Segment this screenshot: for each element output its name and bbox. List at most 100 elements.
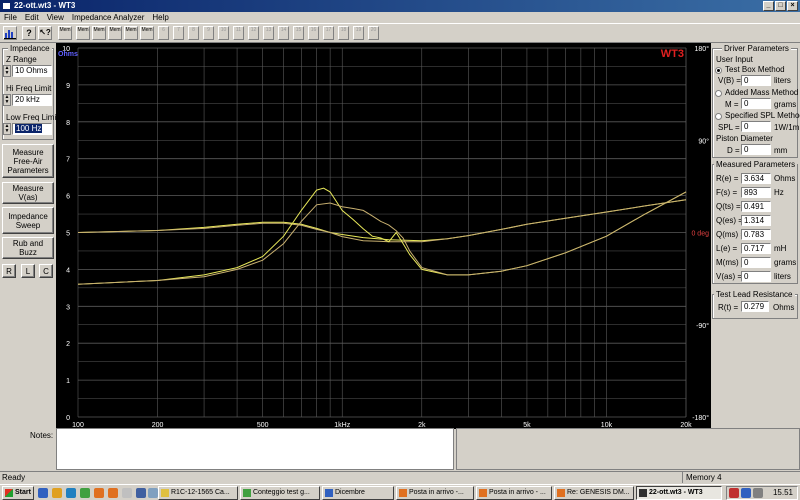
taskbar-task-button[interactable]: Dicembre [322,486,394,500]
mem-button-4[interactable]: Mem [124,26,138,40]
impedance-graph[interactable]: 10 9 8 7 6 5 4 3 2 1 0 Ohms 100 200 500 1kHz 2k 5k 10k 20k 1… [56,43,711,429]
memory-slot-button[interactable]: 12 [248,26,259,40]
taskbar-task-button[interactable]: Re: GENESIS DM... [554,486,634,500]
chart-icon[interactable] [3,26,17,40]
mem-button-5[interactable]: Mem [140,26,154,40]
y-tick-label: 8 [66,120,70,127]
added-mass-method-radio[interactable] [715,90,722,97]
memory-slot-button[interactable]: 19 [353,26,364,40]
memory-slot-button[interactable]: 13 [263,26,274,40]
m-unit: grams [774,100,797,109]
taskbar-task-button[interactable]: Conteggio test g... [240,486,320,500]
memory-indicator: Memory 4 [682,472,782,483]
z-range-field[interactable]: 10 Ohms [12,65,52,77]
memory-slot-button[interactable]: 9 [203,26,214,40]
whats-this-icon[interactable]: ↖? [38,26,52,40]
mem-button-1[interactable]: Mem [76,26,90,40]
taskbar-task-button[interactable]: 22-ott.wt3 - WT3 [636,486,722,500]
memory-slot-button[interactable]: 20 [368,26,379,40]
measured-unit: Hz [774,188,784,197]
window-title: 22-ott.wt3 - WT3 [14,1,76,10]
spl-unit: 1W/1m [774,123,800,132]
taskbar-task-button[interactable]: R1C-12-1565 Ca... [158,486,238,500]
notes-textarea[interactable] [56,428,454,470]
z-range-spinner[interactable]: ▲ ▼ [3,65,11,77]
desktop-quicklaunch-icon[interactable] [66,488,76,498]
y-tick-label: 1 [66,378,70,385]
task-app-icon [325,489,333,497]
memory-slot-button[interactable]: 18 [338,26,349,40]
mem-button-2[interactable]: Mem [92,26,106,40]
rub-and-buzz-button[interactable]: Rub and Buzz [2,237,54,259]
memory-slot-button[interactable]: 17 [323,26,334,40]
taskbar-task-button[interactable]: Posta in arrivo - ... [476,486,552,500]
taskbar-task-button[interactable]: Posta in arrivo -... [396,486,474,500]
specified-spl-method-radio[interactable] [715,113,722,120]
measured-unit: liters [774,272,791,281]
memory-slot-button[interactable]: 6 [158,26,169,40]
d-field[interactable]: 0 [741,144,771,155]
channel-r-button[interactable]: R [2,264,16,278]
mem-toggle-button[interactable]: Mem [58,26,72,40]
task-app-icon [243,489,251,497]
firefox-quicklaunch-icon[interactable] [94,488,104,498]
misc-quicklaunch-icon[interactable] [122,488,132,498]
m-field[interactable]: 0 [741,98,771,109]
misc3-quicklaunch-icon[interactable] [148,488,158,498]
measure-free-air-button[interactable]: Measure Free-Air Parameters [2,144,54,178]
menu-impedance-analyzer[interactable]: Impedance Analyzer [68,12,149,23]
task-app-icon [161,489,169,497]
misc2-quicklaunch-icon[interactable] [136,488,146,498]
user-input-title: User Input [716,55,753,64]
status-text: Ready [2,473,26,482]
menu-help[interactable]: Help [148,12,172,23]
title-bar: 22-ott.wt3 - WT3 _ □ × [0,0,800,12]
hi-freq-spinner[interactable]: ▲ ▼ [3,94,11,106]
lead-resistance-unit: Ohms [773,303,795,312]
added-mass-method-label: Added Mass Method [725,88,799,97]
memory-slot-button[interactable]: 7 [173,26,184,40]
outlook-quicklaunch-icon[interactable] [52,488,62,498]
low-freq-spinner[interactable]: ▲ ▼ [3,123,11,135]
app-quicklaunch-icon[interactable] [80,488,90,498]
spl-field[interactable]: 0 [741,121,771,132]
memory-slot-button[interactable]: 14 [278,26,289,40]
memory-slot-button[interactable]: 15 [293,26,304,40]
lead-resistance-field[interactable]: 0.279 [741,301,769,312]
menu-file[interactable]: File [0,12,21,23]
maximize-button[interactable]: □ [775,1,786,11]
measure-vas-button[interactable]: Measure V(as) [2,182,54,204]
minimize-button[interactable]: _ [763,1,774,11]
measured-unit: Ohms [774,174,796,183]
test-box-method-radio[interactable] [715,67,722,74]
memory-slot-button[interactable]: 10 [218,26,229,40]
clock: 15.51 [772,488,793,497]
task-app-icon [479,489,487,497]
tray-icon-2[interactable] [741,488,751,498]
tray-icon-1[interactable] [729,488,739,498]
memory-slot-button[interactable]: 16 [308,26,319,40]
measured-parameters-title: Measured Parameters [714,160,798,169]
measured-label: R(e) = [716,174,739,183]
hi-freq-field[interactable]: 20 kHz [12,94,52,106]
impedance-sweep-button[interactable]: Impedance Sweep [2,207,54,234]
ie-quicklaunch-icon[interactable] [38,488,48,498]
channel-c-button[interactable]: C [39,264,53,278]
y-tick-label: 0 [66,415,70,422]
firefox2-quicklaunch-icon[interactable] [108,488,118,498]
low-freq-field[interactable]: 100 Hz [12,123,52,135]
menu-edit[interactable]: Edit [21,12,43,23]
vb-field[interactable]: 0 [741,75,771,86]
channel-l-button[interactable]: L [21,264,35,278]
tray-icon-3[interactable] [753,488,763,498]
start-button[interactable]: Start [2,486,34,500]
memory-slot-button[interactable]: 8 [188,26,199,40]
help-icon[interactable]: ? [22,26,36,40]
close-button[interactable]: × [787,1,798,11]
memory-slot-button[interactable]: 11 [233,26,244,40]
mem-button-3[interactable]: Mem [108,26,122,40]
measured-value: 3.634 [741,173,771,184]
y-tick-label: 4 [66,267,70,274]
menu-view[interactable]: View [43,12,68,23]
impedance-chart-svg: 109876543210Ohms100 200 500 1kHz 2k 5k 10k 20k1… [58,45,709,429]
